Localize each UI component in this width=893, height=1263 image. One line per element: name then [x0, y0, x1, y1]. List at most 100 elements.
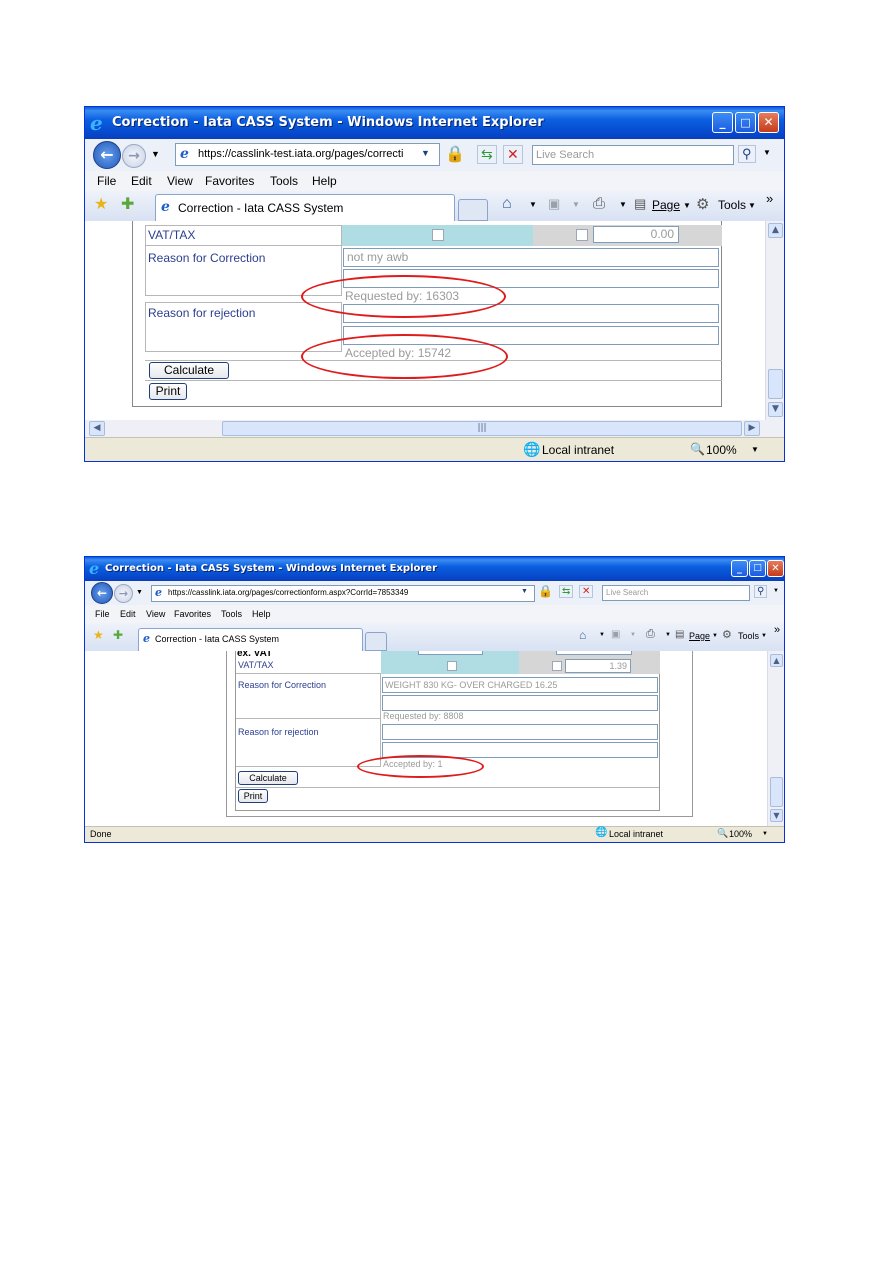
add-favorites-icon[interactable]: ✚	[121, 194, 134, 214]
maximize-button[interactable]: □	[735, 112, 756, 133]
scroll-left-button[interactable]: ◀	[89, 421, 105, 436]
search-input[interactable]: Live Search	[602, 585, 750, 601]
back-button[interactable]: ←	[93, 141, 121, 169]
tools-menu-button[interactable]: Tools	[738, 631, 759, 641]
vertical-scrollbar[interactable]: ▲ ▼	[765, 221, 784, 420]
ex-vat-field[interactable]	[418, 651, 483, 655]
vat-amount-field[interactable]: 1.39	[565, 659, 631, 673]
print-dropdown-icon[interactable]: ▼	[619, 200, 627, 209]
scroll-down-button[interactable]: ▼	[770, 809, 783, 822]
page-menu-button[interactable]: Page	[652, 198, 680, 212]
home-icon[interactable]: ⌂	[502, 195, 512, 213]
scroll-thumb[interactable]	[770, 777, 783, 807]
menu-edit[interactable]: Edit	[120, 609, 136, 619]
page-dropdown-icon[interactable]: ▼	[683, 201, 691, 210]
tools-dropdown-icon[interactable]: ▼	[761, 633, 767, 639]
print-button[interactable]: Print	[149, 383, 187, 400]
close-button[interactable]: ✕	[758, 112, 779, 133]
ex-vat-edit-field[interactable]	[556, 651, 632, 655]
search-icon[interactable]: ⚲	[754, 585, 768, 598]
toolbar-chevron-icon[interactable]: »	[766, 191, 773, 206]
vat-edit-checkbox[interactable]	[576, 229, 588, 241]
calculate-button[interactable]: Calculate	[238, 771, 298, 785]
menu-favorites[interactable]: Favorites	[205, 174, 254, 188]
home-dropdown-icon[interactable]: ▼	[599, 632, 605, 638]
vat-checkbox[interactable]	[432, 229, 444, 241]
zoom-dropdown-icon[interactable]: ▼	[762, 831, 768, 837]
menu-file[interactable]: File	[95, 609, 110, 619]
toolbar-chevron-icon[interactable]: »	[774, 624, 780, 636]
feeds-icon[interactable]: ▣	[548, 196, 560, 212]
menu-view[interactable]: View	[167, 174, 193, 188]
menu-view[interactable]: View	[146, 609, 165, 619]
address-dropdown-icon[interactable]: ▼	[421, 148, 430, 158]
reason-rejection-field[interactable]	[382, 724, 658, 740]
zoom-level[interactable]: 100%	[706, 443, 737, 457]
forward-button[interactable]: →	[122, 144, 146, 168]
horizontal-scroll-thumb[interactable]: |||	[222, 421, 742, 436]
refresh-button[interactable]: ⇆	[477, 145, 497, 164]
menu-help[interactable]: Help	[252, 609, 271, 619]
menu-tools[interactable]: Tools	[221, 609, 242, 619]
new-tab-button[interactable]	[458, 199, 488, 221]
stop-button[interactable]: ✕	[503, 145, 523, 164]
print-icon[interactable]: ⎙	[646, 628, 655, 641]
feeds-icon[interactable]: ▣	[611, 629, 620, 640]
tools-dropdown-icon[interactable]: ▼	[748, 201, 756, 210]
print-button[interactable]: Print	[238, 789, 268, 803]
reason-correction-field[interactable]: not my awb	[343, 248, 719, 267]
calculate-button[interactable]: Calculate	[149, 362, 229, 379]
tools-menu-button[interactable]: Tools	[718, 198, 746, 212]
home-dropdown-icon[interactable]: ▼	[529, 200, 537, 209]
favorites-star-icon[interactable]: ★	[94, 194, 108, 214]
lock-icon[interactable]: 🔒	[445, 144, 465, 164]
minimize-button[interactable]: _	[712, 112, 733, 133]
horizontal-scrollbar[interactable]: ◀ ||| ▶	[85, 420, 784, 437]
menu-file[interactable]: File	[97, 174, 116, 188]
print-icon[interactable]: ⎙	[593, 195, 605, 212]
reason-correction-field[interactable]: WEIGHT 830 KG- OVER CHARGED 16.25	[382, 677, 658, 693]
home-icon[interactable]: ⌂	[579, 628, 586, 642]
scroll-down-button[interactable]: ▼	[768, 402, 783, 417]
scroll-up-button[interactable]: ▲	[770, 654, 783, 667]
page-menu-button[interactable]: Page	[689, 631, 710, 641]
search-input[interactable]: Live Search	[532, 145, 734, 165]
menu-edit[interactable]: Edit	[131, 174, 152, 188]
maximize-button[interactable]: □	[749, 560, 766, 577]
title-bar[interactable]: e Correction - Iata CASS System - Window…	[85, 557, 784, 581]
lock-icon[interactable]: 🔒	[538, 584, 553, 598]
scroll-up-button[interactable]: ▲	[768, 223, 783, 238]
feeds-dropdown-icon[interactable]: ▼	[630, 632, 636, 638]
tab-correction[interactable]: e Correction - Iata CASS System	[138, 628, 363, 651]
zoom-level[interactable]: 100%	[729, 829, 752, 839]
menu-favorites[interactable]: Favorites	[174, 609, 211, 619]
refresh-button[interactable]: ⇆	[559, 585, 574, 598]
close-button[interactable]: ✕	[767, 560, 784, 577]
scroll-right-button[interactable]: ▶	[744, 421, 760, 436]
add-favorites-icon[interactable]: ✚	[113, 628, 123, 642]
search-options-icon[interactable]: ▼	[773, 588, 779, 594]
address-dropdown-icon[interactable]: ▼	[521, 588, 528, 595]
tab-correction[interactable]: e Correction - Iata CASS System	[155, 194, 455, 221]
address-bar[interactable]: e https://casslink.iata.org/pages/correc…	[151, 585, 535, 602]
vat-amount-field[interactable]: 0.00	[593, 226, 679, 243]
search-options-icon[interactable]: ▼	[763, 148, 771, 157]
forward-button[interactable]: →	[114, 584, 133, 603]
feeds-dropdown-icon[interactable]: ▼	[572, 200, 580, 209]
scroll-thumb[interactable]	[768, 369, 783, 399]
print-dropdown-icon[interactable]: ▼	[665, 632, 671, 638]
new-tab-button[interactable]	[365, 632, 387, 651]
stop-button[interactable]: ✕	[579, 585, 594, 598]
favorites-star-icon[interactable]: ★	[93, 628, 104, 642]
menu-help[interactable]: Help	[312, 174, 337, 188]
history-dropdown-icon[interactable]: ▼	[151, 149, 160, 159]
vat-edit-checkbox[interactable]	[552, 661, 562, 671]
menu-tools[interactable]: Tools	[270, 174, 298, 188]
page-dropdown-icon[interactable]: ▼	[712, 633, 718, 639]
minimize-button[interactable]: _	[731, 560, 748, 577]
vat-checkbox[interactable]	[447, 661, 457, 671]
title-bar[interactable]: e Correction - Iata CASS System - Window…	[85, 107, 784, 139]
search-icon[interactable]: ⚲	[738, 145, 756, 163]
vertical-scrollbar[interactable]: ▲ ▼	[767, 651, 784, 826]
history-dropdown-icon[interactable]: ▼	[136, 589, 143, 596]
